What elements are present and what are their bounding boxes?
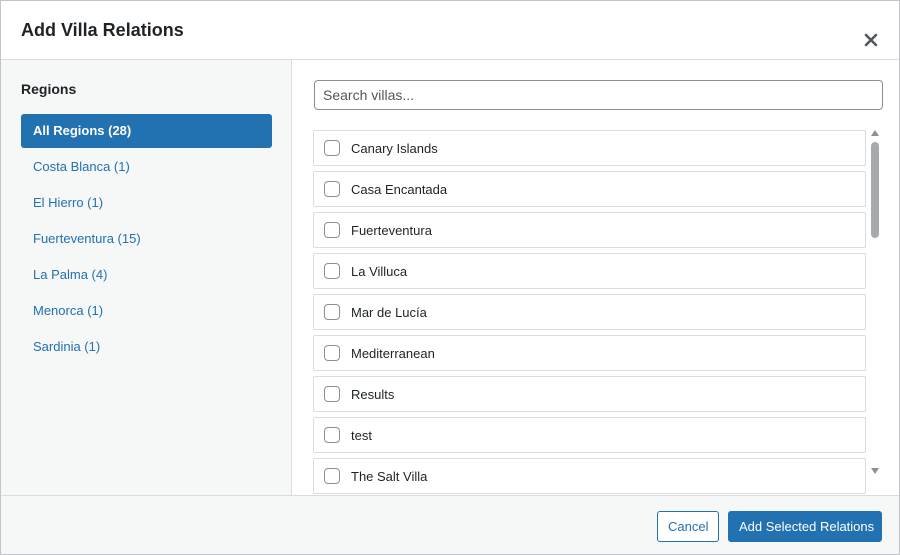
villa-checkbox[interactable]	[324, 181, 340, 197]
villa-checkbox[interactable]	[324, 140, 340, 156]
region-item-fuerteventura[interactable]: Fuerteventura (15)	[21, 222, 272, 256]
add-selected-relations-button[interactable]: Add Selected Relations	[728, 511, 882, 542]
villa-selection-panel: Canary Islands Casa Encantada Fuertevent…	[293, 60, 899, 495]
villa-item[interactable]: The Salt Villa	[313, 458, 866, 494]
villa-label: Mediterranean	[351, 345, 435, 361]
villa-item[interactable]: Fuerteventura	[313, 212, 866, 248]
villa-checkbox[interactable]	[324, 468, 340, 484]
regions-sidebar: Regions All Regions (28) Costa Blanca (1…	[1, 60, 292, 495]
villa-list-container[interactable]: Canary Islands Casa Encantada Fuertevent…	[313, 130, 869, 495]
villa-checkbox[interactable]	[324, 304, 340, 320]
villa-item[interactable]: Mediterranean	[313, 335, 866, 371]
villa-checkbox[interactable]	[324, 386, 340, 402]
villa-item[interactable]: Results	[313, 376, 866, 412]
cancel-button[interactable]: Cancel	[657, 511, 719, 542]
villa-item[interactable]: Mar de Lucía	[313, 294, 866, 330]
region-item-el-hierro[interactable]: El Hierro (1)	[21, 186, 272, 220]
villa-checkbox[interactable]	[324, 427, 340, 443]
villa-label: Mar de Lucía	[351, 304, 427, 320]
villa-label: Casa Encantada	[351, 181, 448, 197]
dialog-header: Add Villa Relations	[1, 1, 899, 60]
close-button[interactable]	[857, 25, 885, 51]
region-item-la-palma[interactable]: La Palma (4)	[21, 258, 272, 292]
dialog-title: Add Villa Relations	[21, 20, 184, 40]
villa-checkbox[interactable]	[324, 222, 340, 238]
scroll-down-arrow-icon[interactable]	[871, 468, 879, 474]
villa-list: Canary Islands Casa Encantada Fuertevent…	[313, 130, 869, 494]
search-villas-input[interactable]	[314, 80, 883, 110]
region-item-costa-blanca[interactable]: Costa Blanca (1)	[21, 150, 272, 184]
villa-label: The Salt Villa	[351, 468, 428, 484]
regions-heading: Regions	[21, 81, 77, 97]
villa-checkbox[interactable]	[324, 345, 340, 361]
region-list: All Regions (28) Costa Blanca (1) El Hie…	[21, 114, 272, 366]
region-item-menorca[interactable]: Menorca (1)	[21, 294, 272, 328]
close-icon	[857, 33, 885, 47]
villa-item[interactable]: Canary Islands	[313, 130, 866, 166]
villa-checkbox[interactable]	[324, 263, 340, 279]
region-item-sardinia[interactable]: Sardinia (1)	[21, 330, 272, 364]
villa-label: Fuerteventura	[351, 222, 432, 238]
villa-label: Results	[351, 386, 395, 402]
villa-label: Canary Islands	[351, 140, 438, 156]
villa-list-scrollbar[interactable]	[867, 128, 883, 474]
villa-label: test	[351, 427, 372, 443]
dialog-footer: Cancel Add Selected Relations	[1, 495, 899, 554]
scroll-thumb[interactable]	[871, 142, 879, 238]
villa-item[interactable]: La Villuca	[313, 253, 866, 289]
villa-item[interactable]: test	[313, 417, 866, 453]
villa-label: La Villuca	[351, 263, 408, 279]
region-item-all-regions[interactable]: All Regions (28)	[21, 114, 272, 148]
add-villa-relations-dialog: Add Villa Relations Regions All Regions …	[0, 0, 900, 555]
villa-item[interactable]: Casa Encantada	[313, 171, 866, 207]
scroll-up-arrow-icon[interactable]	[871, 130, 879, 136]
